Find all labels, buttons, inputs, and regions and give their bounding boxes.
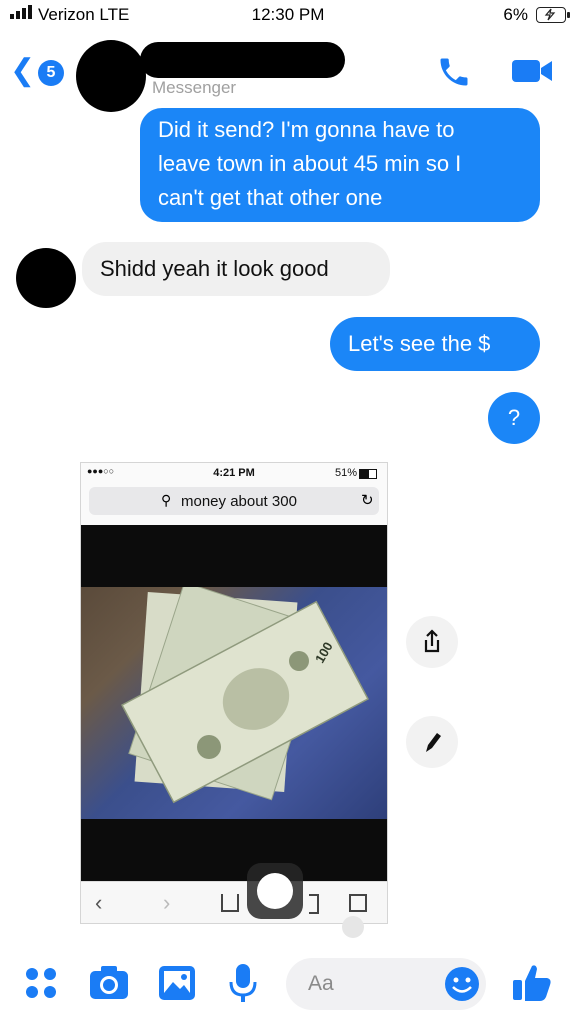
message-line: leave town in about 45 min so I (158, 151, 462, 176)
image-icon[interactable] (157, 964, 197, 1002)
video-icon[interactable] (510, 56, 554, 86)
battery-percent: 6% (503, 5, 528, 24)
assistive-touch-button[interactable] (247, 863, 303, 919)
contact-name-redacted[interactable] (140, 42, 345, 78)
image-tabs-icon (349, 894, 367, 912)
image-back-icon: ‹ (95, 890, 103, 915)
microphone-icon[interactable] (228, 962, 258, 1004)
message-bubble-outgoing[interactable]: Did it send? I'm gonna have to leave tow… (140, 108, 540, 222)
image-status-bar: ●●●○○ 4:21 PM 51% (81, 463, 387, 483)
shared-image[interactable]: ●●●○○ 4:21 PM 51% ⚲ money about 300 ↻ 10… (80, 462, 388, 924)
message-text: ? (507, 405, 521, 430)
image-browser-toolbar: ‹ › (81, 881, 387, 923)
edit-icon[interactable] (406, 716, 458, 768)
image-forward-icon: › (163, 890, 171, 915)
apps-icon[interactable] (24, 966, 58, 1000)
message-line: Did it send? I'm gonna have to (158, 117, 455, 142)
image-search-bar: ⚲ money about 300 ↻ (89, 487, 379, 515)
like-icon[interactable] (510, 960, 554, 1004)
message-text: Let's see the $ (348, 331, 491, 356)
message-bubble-incoming[interactable]: Shidd yeah it look good (82, 242, 390, 296)
image-search-query: money about 300 (181, 493, 297, 510)
back-chevron-icon[interactable]: ❮ (10, 56, 35, 86)
image-share-icon (221, 894, 239, 912)
message-bubble-outgoing[interactable]: Let's see the $ (330, 317, 540, 371)
composer-bar: Aa (0, 944, 576, 1024)
share-icon[interactable] (406, 616, 458, 668)
camera-icon[interactable] (88, 964, 130, 1002)
status-bar: Verizon LTE 12:30 PM 6% (0, 0, 576, 32)
status-time: 12:30 PM (251, 5, 325, 24)
header-subtitle: Messenger (152, 78, 237, 97)
image-photo-frame: 100 (81, 525, 387, 881)
image-battery: 51% (335, 467, 358, 479)
message-text: Shidd yeah it look good (100, 256, 329, 281)
money-photo: 100 (81, 587, 387, 819)
image-battery-icon (359, 469, 377, 479)
sender-avatar[interactable] (16, 248, 76, 308)
unread-count-badge[interactable]: 5 (38, 60, 64, 86)
message-bubble-outgoing[interactable]: ? (488, 392, 540, 444)
contact-avatar[interactable] (76, 40, 146, 112)
image-bookmarks-icon (309, 894, 319, 914)
emoji-icon[interactable] (444, 966, 480, 1002)
image-reload-icon: ↻ (361, 492, 374, 509)
message-line: can't get that other one (158, 185, 383, 210)
conversation-header: ❮ 5 Messenger (0, 34, 576, 112)
add-reaction-icon[interactable] (342, 916, 364, 938)
image-search-icon: ⚲ (161, 492, 172, 508)
phone-icon[interactable] (436, 54, 472, 90)
battery-icon (536, 7, 570, 23)
message-input-placeholder: Aa (308, 972, 334, 995)
